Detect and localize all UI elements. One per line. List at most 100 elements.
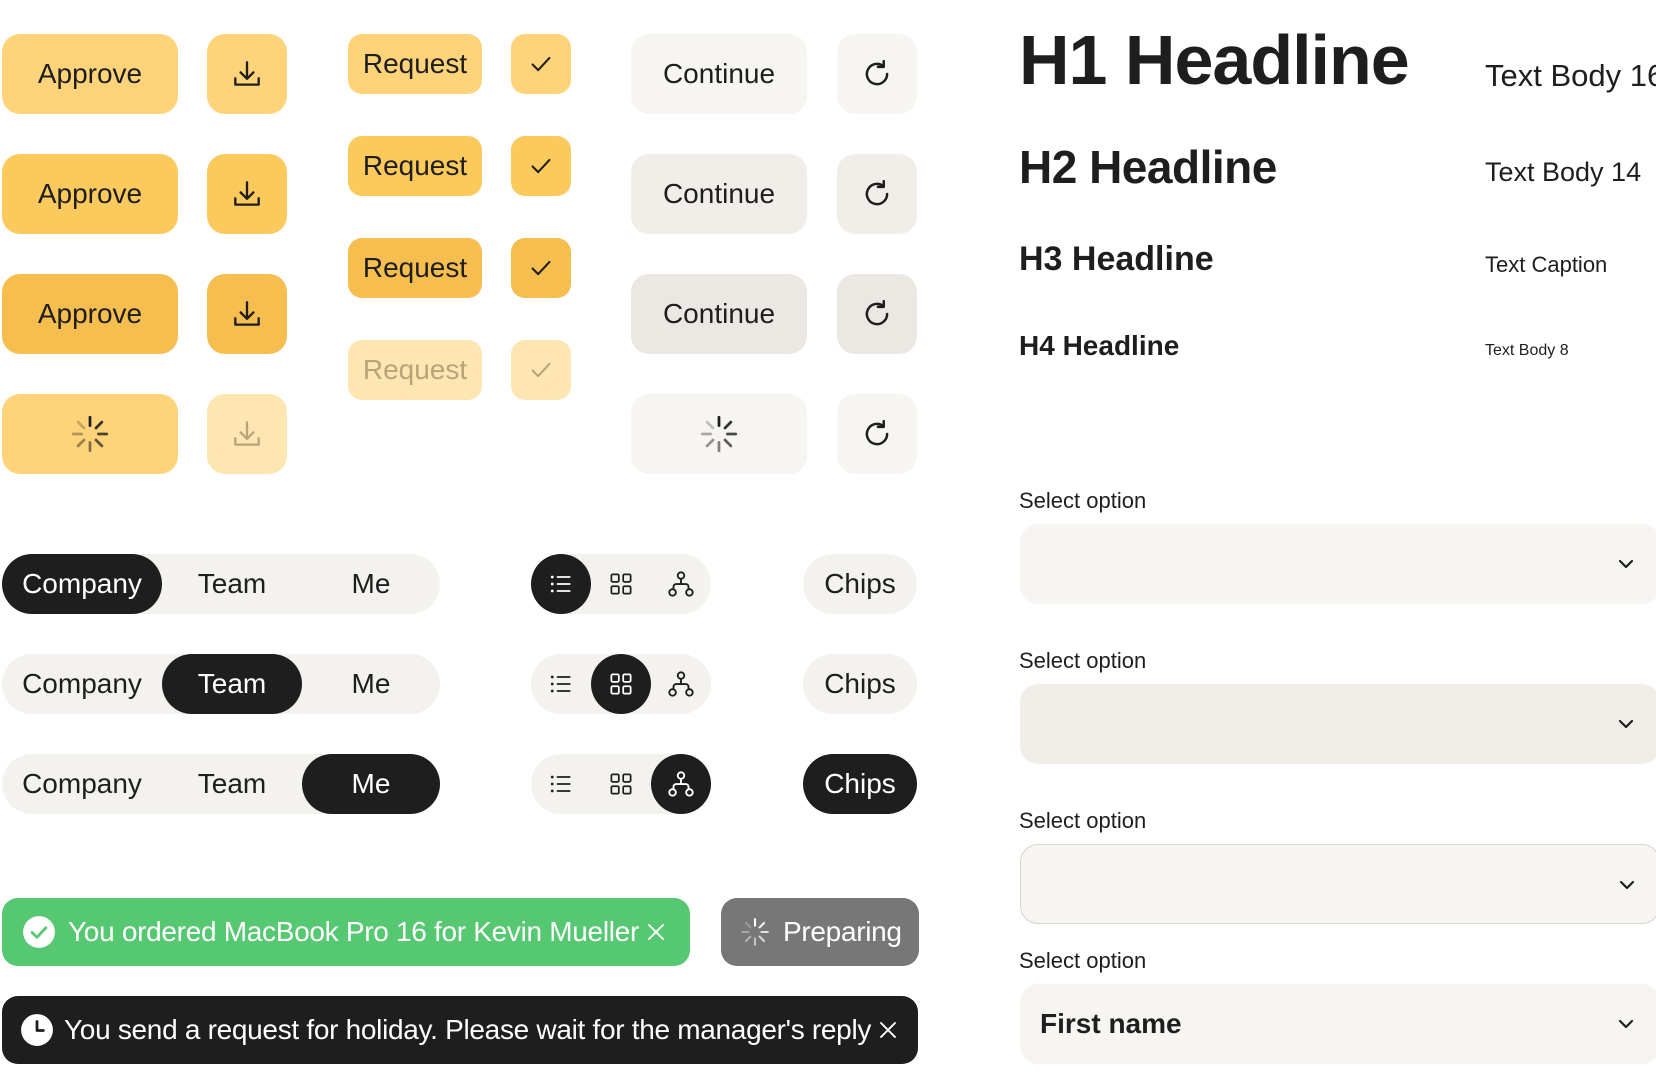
- view-hierarchy-option[interactable]: [651, 654, 711, 714]
- view-hierarchy-option[interactable]: [651, 554, 711, 614]
- confirm-button-disabled[interactable]: [511, 340, 571, 400]
- download-button-disabled[interactable]: [207, 394, 287, 474]
- h2-headline: H2 Headline: [1019, 141, 1277, 193]
- select-dropdown-hover[interactable]: [1020, 684, 1656, 764]
- view-switcher-hierarchy: [531, 754, 711, 814]
- segment-company[interactable]: Company: [2, 654, 162, 714]
- chip-hover[interactable]: Chips: [803, 654, 917, 714]
- request-button-hover[interactable]: Request: [348, 136, 482, 196]
- segmented-control-company: Company Team Me: [2, 554, 440, 614]
- refresh-icon: [859, 176, 895, 212]
- chevron-down-icon: [1612, 710, 1640, 738]
- grid-icon: [607, 570, 635, 598]
- confirm-button-pressed[interactable]: [511, 238, 571, 298]
- segment-company[interactable]: Company: [2, 554, 162, 614]
- check-icon: [526, 253, 556, 283]
- continue-button-pressed[interactable]: Continue: [631, 274, 807, 354]
- refresh-button-hover[interactable]: [837, 154, 917, 234]
- continue-button-loading[interactable]: [631, 394, 807, 474]
- chevron-down-icon: [1612, 1010, 1640, 1038]
- hierarchy-icon: [666, 769, 696, 799]
- h4-headline: H4 Headline: [1019, 330, 1180, 361]
- select-label: Select option: [1019, 648, 1147, 673]
- confirm-button[interactable]: [511, 34, 571, 94]
- check-circle-icon: [22, 915, 56, 949]
- text-caption: Text Caption: [1485, 252, 1608, 277]
- chevron-down-icon: [1613, 871, 1641, 899]
- segment-company[interactable]: Company: [2, 754, 162, 814]
- grid-icon: [607, 770, 635, 798]
- spinner-icon: [69, 413, 111, 455]
- view-grid-option[interactable]: [591, 554, 651, 614]
- refresh-icon: [859, 416, 895, 452]
- approve-button-label: Approve: [37, 58, 143, 89]
- preparing-toast: Preparing: [721, 898, 919, 966]
- list-icon: [547, 570, 575, 598]
- download-button[interactable]: [207, 34, 287, 114]
- list-icon: [547, 770, 575, 798]
- spinner-icon: [698, 413, 740, 455]
- request-button-label: Request: [362, 354, 468, 385]
- continue-button-label: Continue: [662, 58, 776, 89]
- segment-team[interactable]: Team: [162, 754, 302, 814]
- download-button-pressed[interactable]: [207, 274, 287, 354]
- close-toast-button[interactable]: [639, 912, 674, 952]
- select-dropdown[interactable]: [1020, 524, 1656, 604]
- select-dropdown-focused[interactable]: [1020, 844, 1656, 924]
- request-button[interactable]: Request: [348, 34, 482, 94]
- list-icon: [547, 670, 575, 698]
- refresh-icon: [859, 296, 895, 332]
- confirm-button-hover[interactable]: [511, 136, 571, 196]
- request-button-label: Request: [362, 150, 468, 181]
- view-grid-option[interactable]: [591, 754, 651, 814]
- refresh-button-loading[interactable]: [837, 394, 917, 474]
- h3-headline: H3 Headline: [1019, 240, 1214, 278]
- approve-button-label: Approve: [37, 298, 143, 329]
- view-list-option[interactable]: [531, 554, 591, 614]
- continue-button[interactable]: Continue: [631, 34, 807, 114]
- refresh-button-pressed[interactable]: [837, 274, 917, 354]
- check-icon: [526, 355, 556, 385]
- download-button-hover[interactable]: [207, 154, 287, 234]
- view-list-option[interactable]: [531, 754, 591, 814]
- approve-button-pressed[interactable]: Approve: [2, 274, 178, 354]
- segment-me[interactable]: Me: [302, 754, 440, 814]
- refresh-icon: [859, 56, 895, 92]
- segment-me[interactable]: Me: [302, 654, 440, 714]
- approve-button[interactable]: Approve: [2, 34, 178, 114]
- download-icon: [230, 417, 264, 451]
- request-button-label: Request: [362, 252, 468, 283]
- check-icon: [526, 151, 556, 181]
- grid-icon: [607, 670, 635, 698]
- success-toast: You ordered MacBook Pro 16 for Kevin Mue…: [2, 898, 690, 966]
- approve-button-label: Approve: [37, 178, 143, 209]
- segment-team[interactable]: Team: [162, 654, 302, 714]
- close-toast-button[interactable]: [871, 1010, 904, 1050]
- select-label: Select option: [1019, 808, 1147, 833]
- view-hierarchy-option[interactable]: [651, 754, 711, 814]
- view-list-option[interactable]: [531, 654, 591, 714]
- pending-toast: You send a request for holiday. Please w…: [2, 996, 918, 1064]
- segment-team[interactable]: Team: [162, 554, 302, 614]
- segment-me[interactable]: Me: [302, 554, 440, 614]
- text-body-14: Text Body 14: [1485, 157, 1642, 187]
- success-toast-message: You ordered MacBook Pro 16 for Kevin Mue…: [68, 916, 639, 947]
- chip[interactable]: Chips: [803, 554, 917, 614]
- continue-button-hover[interactable]: Continue: [631, 154, 807, 234]
- refresh-button[interactable]: [837, 34, 917, 114]
- segmented-control-team: Company Team Me: [2, 654, 440, 714]
- view-grid-option[interactable]: [591, 654, 651, 714]
- approve-button-hover[interactable]: Approve: [2, 154, 178, 234]
- approve-button-loading[interactable]: [2, 394, 178, 474]
- download-icon: [230, 297, 264, 331]
- select-dropdown-filled[interactable]: First name: [1020, 984, 1656, 1064]
- preparing-toast-label: Preparing: [783, 916, 902, 947]
- download-icon: [230, 57, 264, 91]
- request-button-pressed[interactable]: Request: [348, 238, 482, 298]
- request-button-disabled[interactable]: Request: [348, 340, 482, 400]
- view-switcher-grid: [531, 654, 711, 714]
- check-icon: [526, 49, 556, 79]
- request-button-label: Request: [362, 48, 468, 79]
- chip-selected[interactable]: Chips: [803, 754, 917, 814]
- text-body-8: Text Body 8: [1485, 342, 1569, 359]
